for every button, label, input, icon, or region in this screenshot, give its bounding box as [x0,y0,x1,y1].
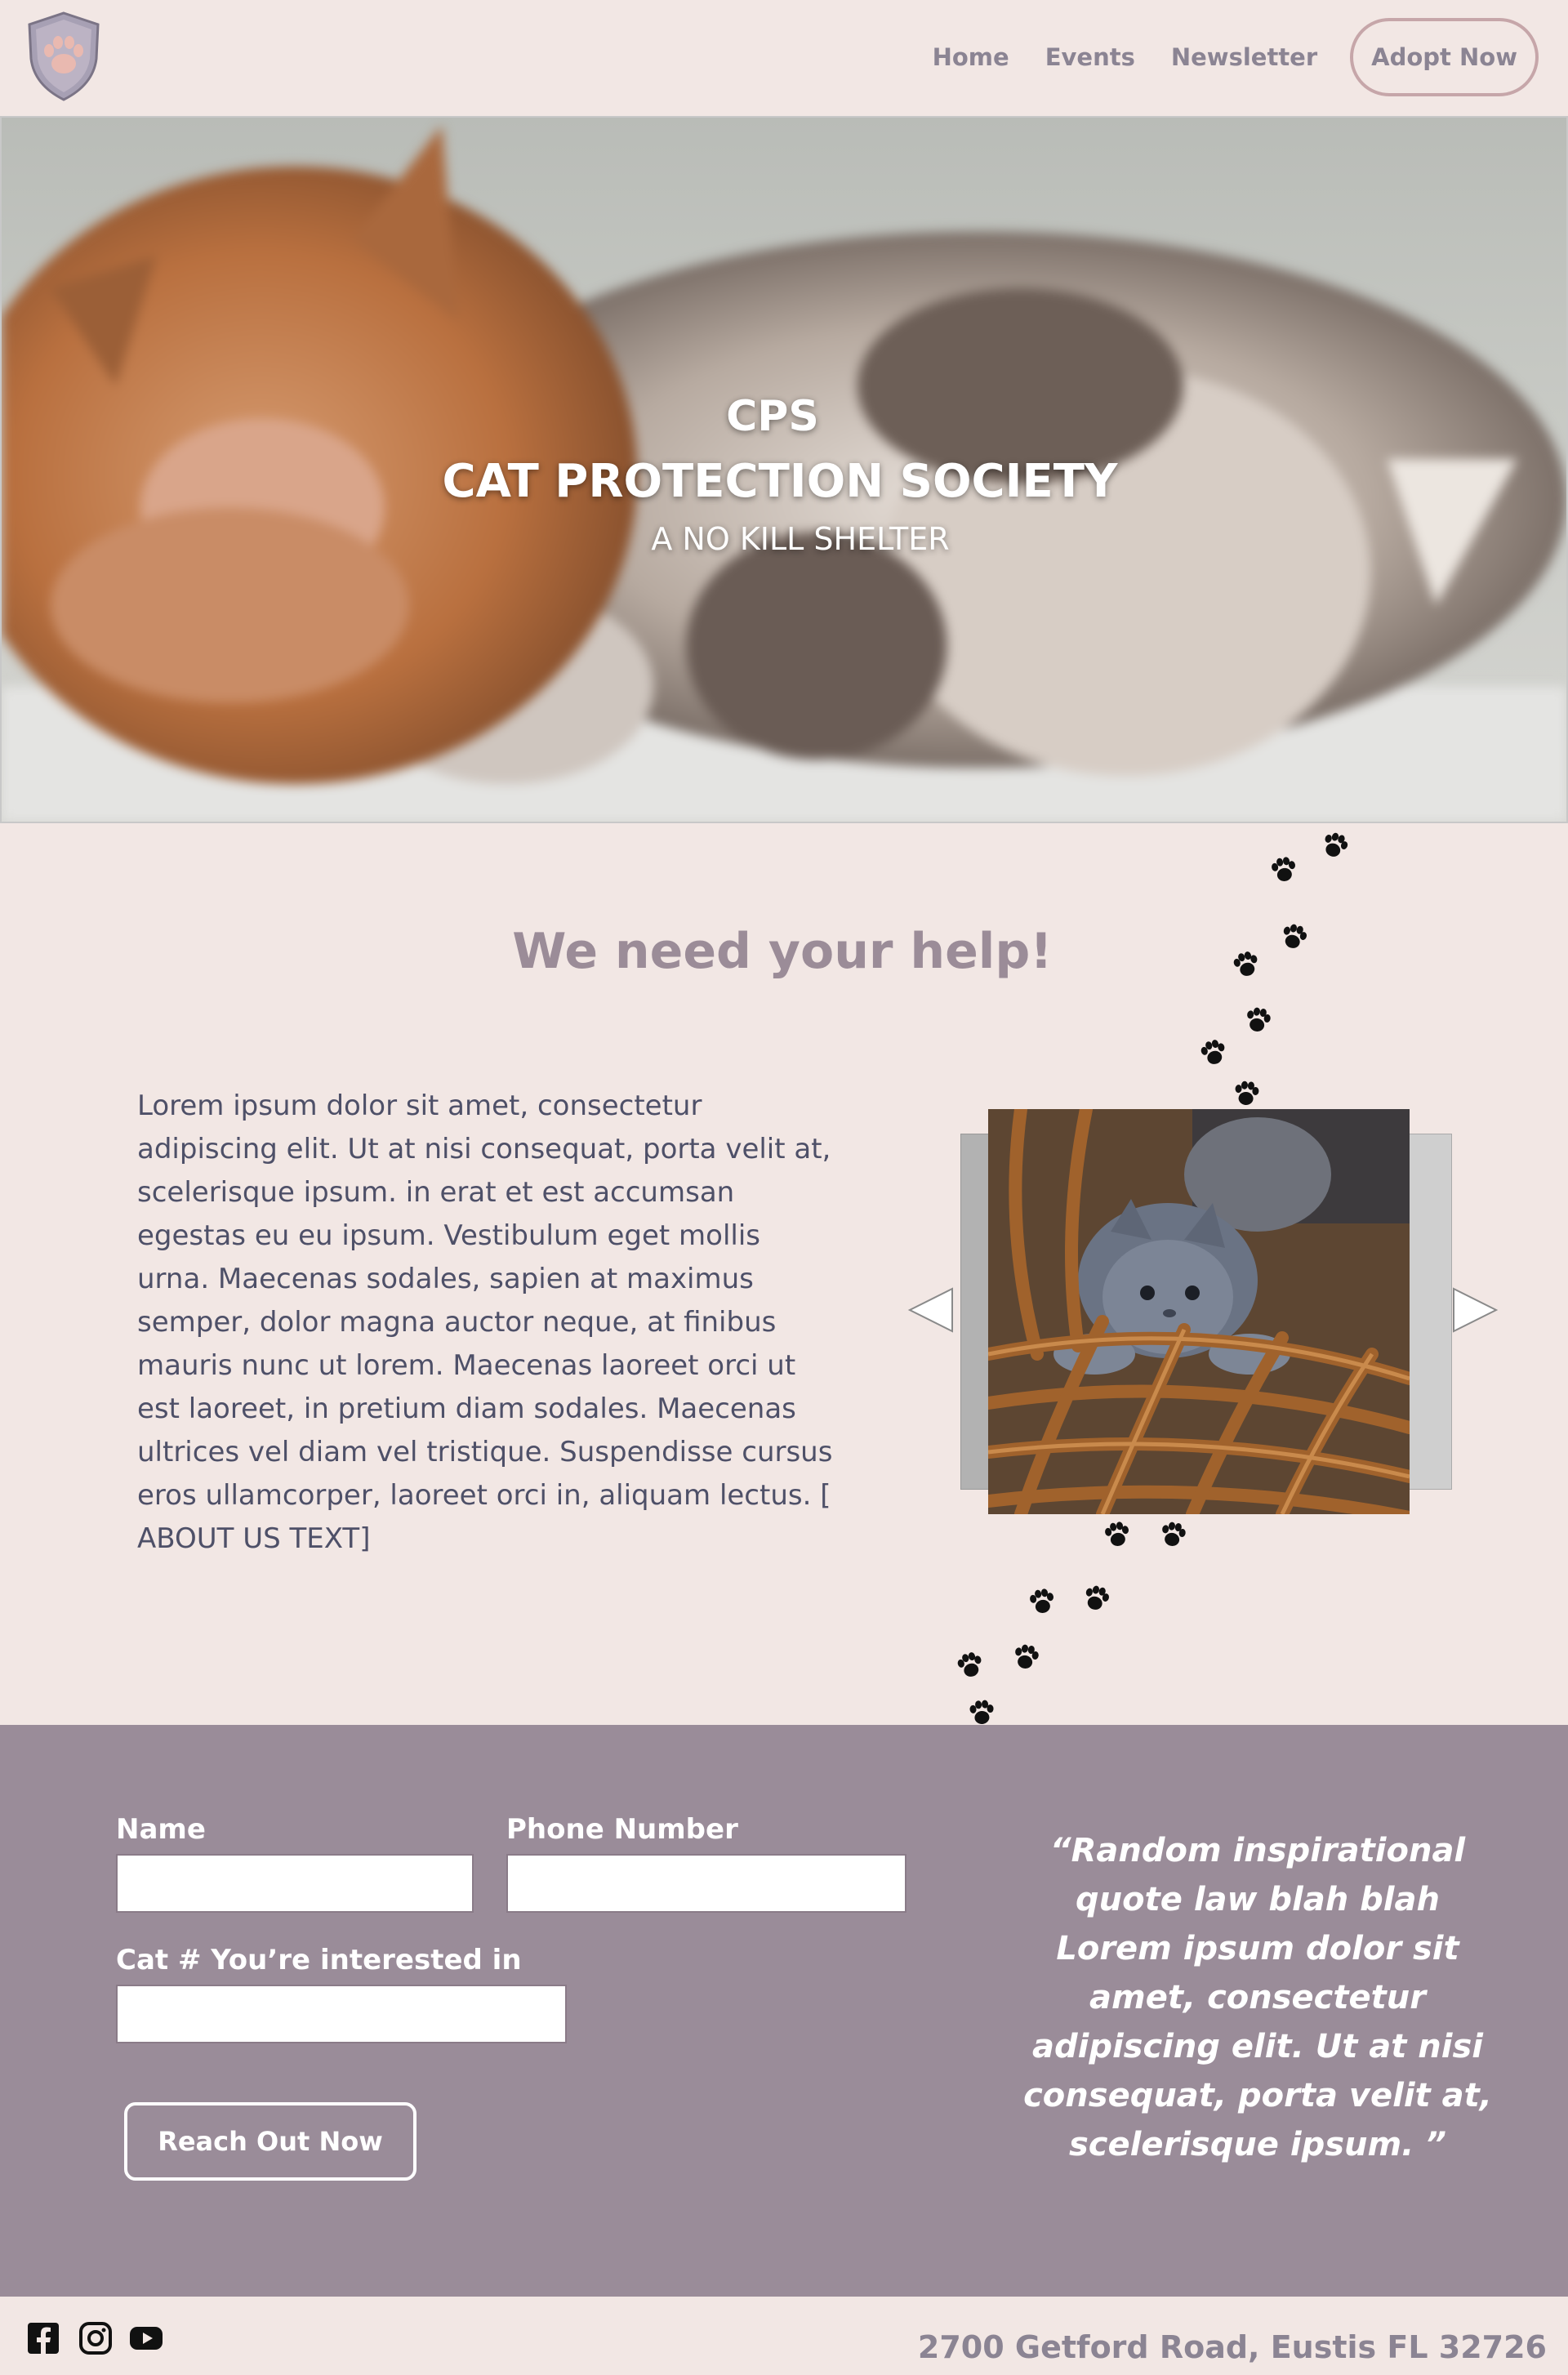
nav-newsletter-link[interactable]: Newsletter [1171,43,1317,71]
carousel-right-arrow-icon[interactable] [1450,1286,1499,1335]
hero-abbreviation: CPS [726,392,819,441]
main-nav: Home Events Newsletter Adopt Now [897,18,1539,96]
paw-print-icon [1012,1642,1040,1671]
paw-print-icon [956,1650,985,1680]
site-header: Home Events Newsletter Adopt Now [0,0,1568,116]
name-input[interactable] [116,1854,474,1913]
inspirational-quote: “Random inspirational quote law blah bla… [1023,1832,1492,2163]
name-label: Name [116,1813,206,1846]
youtube-icon[interactable] [129,2321,163,2355]
reach-out-button[interactable]: Reach Out Now [124,2102,416,2181]
carousel-next-slide [1406,1134,1452,1490]
hero-subtitle: A NO KILL SHELTER [651,521,950,557]
paw-shield-logo-icon[interactable] [23,10,105,103]
paw-print-icon [1244,1005,1272,1034]
kitten-in-basket-image [988,1109,1410,1514]
nav-home-link[interactable]: Home [933,43,1009,71]
hero-banner: CPS CAT PROTECTION SOCIETY A NO KILL SHE… [0,116,1568,823]
paw-print-icon [1199,1037,1228,1067]
adopt-now-button[interactable]: Adopt Now [1350,18,1539,96]
paw-print-icon [1320,830,1351,861]
facebook-icon[interactable] [26,2321,60,2355]
contact-section: Name Phone Number Cat # You’re intereste… [0,1725,1568,2297]
carousel-left-arrow-icon[interactable] [906,1286,956,1335]
cat-number-label: Cat # You’re interested in [116,1944,522,1976]
cat-number-input[interactable] [116,1985,567,2043]
about-us-text: Lorem ipsum dolor sit amet, consectetur … [137,1089,833,1555]
shelter-address: 2700 Getford Road, Eustis FL 32726 [917,2329,1547,2365]
hero-text: CPS CAT PROTECTION SOCIETY A NO KILL SHE… [2,387,1566,560]
phone-label: Phone Number [506,1813,738,1846]
paw-print-icon [1159,1520,1187,1548]
paw-print-icon [1028,1587,1057,1615]
cat-carousel [906,1107,1503,1516]
phone-input[interactable] [506,1854,906,1913]
nav-events-link[interactable]: Events [1045,43,1135,71]
paw-print-icon [1103,1520,1132,1548]
hero-title: CAT PROTECTION SOCIETY [442,455,1118,508]
help-heading: We need your help! [512,923,1053,980]
paw-print-icon [1270,855,1298,884]
paw-print-icon [1233,1080,1260,1107]
site-footer: 2700 Getford Road, Eustis FL 32726 [0,2297,1568,2375]
paw-print-icon [1082,1583,1111,1613]
instagram-icon[interactable] [78,2321,113,2355]
paw-print-icon [969,1699,996,1726]
